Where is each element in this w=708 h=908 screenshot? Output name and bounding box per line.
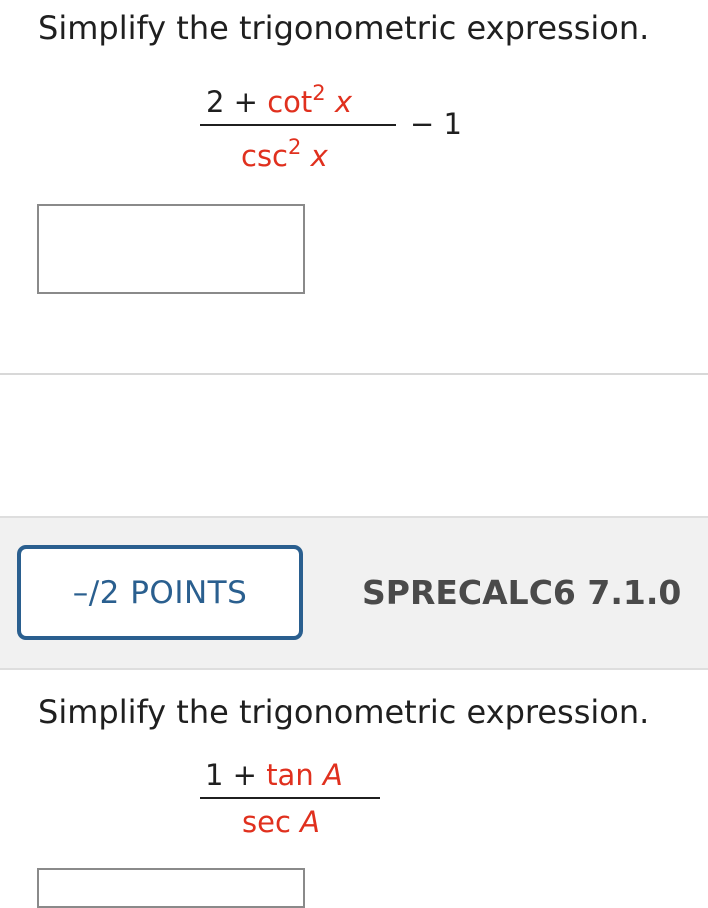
question-2-denominator: sec A: [242, 808, 320, 837]
points-badge: –/2 POINTS: [17, 545, 303, 640]
cot-exponent: 2: [312, 81, 326, 105]
question-2-numerator: 1 + tan A: [205, 758, 343, 792]
csc-function: csc: [241, 139, 288, 173]
question-2-answer-input[interactable]: [37, 868, 305, 908]
csc-exponent: 2: [288, 135, 302, 159]
question-2-fraction-bar: [200, 797, 380, 799]
cot-function: cot: [267, 85, 313, 119]
question-1-answer-input[interactable]: [37, 204, 305, 294]
question-1-fraction-bar: [200, 124, 396, 126]
minus-one-term: − 1: [410, 107, 462, 141]
variable-a: A: [300, 805, 320, 839]
variable-x: x: [310, 139, 328, 173]
question-1-denominator: csc2 x: [241, 137, 328, 173]
variable-a: A: [322, 758, 343, 792]
question-2-instruction: Simplify the trigonometric expression.: [38, 693, 650, 731]
section-divider: [0, 373, 708, 375]
sec-function: sec: [242, 805, 291, 839]
question-1-numerator: 2 + cot2 x: [206, 81, 353, 119]
problem-code: SPRECALC6 7.1.0: [362, 573, 682, 612]
question-1-instruction: Simplify the trigonometric expression.: [38, 9, 650, 47]
variable-x: x: [334, 85, 353, 119]
tan-function: tan: [266, 758, 314, 792]
